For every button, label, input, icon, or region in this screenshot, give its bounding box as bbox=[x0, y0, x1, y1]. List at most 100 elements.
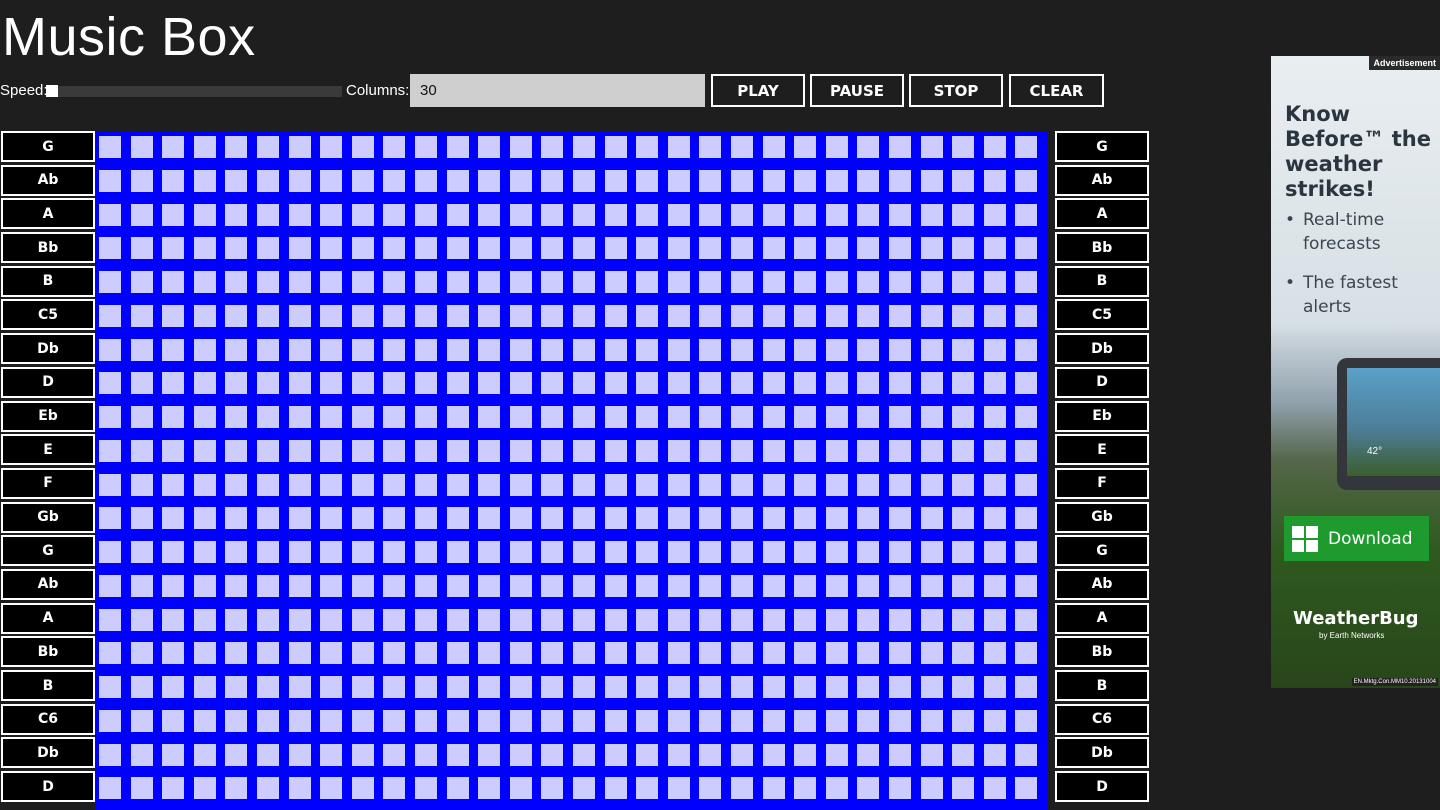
grid-cell[interactable] bbox=[509, 203, 532, 226]
grid-cell[interactable] bbox=[193, 304, 216, 327]
grid-cell[interactable] bbox=[825, 406, 848, 428]
grid-cell[interactable] bbox=[99, 743, 121, 766]
grid-cell[interactable] bbox=[573, 507, 595, 530]
grid-cell[interactable] bbox=[446, 473, 469, 496]
grid-cell[interactable] bbox=[446, 642, 469, 665]
grid-cell[interactable] bbox=[162, 406, 185, 428]
grid-cell[interactable] bbox=[762, 271, 785, 293]
grid-cell[interactable] bbox=[920, 574, 943, 597]
grid-cell[interactable] bbox=[794, 271, 817, 293]
grid-cell[interactable] bbox=[225, 507, 248, 530]
grid-cell[interactable] bbox=[225, 541, 248, 563]
grid-cell[interactable] bbox=[383, 203, 406, 226]
grid-cell[interactable] bbox=[257, 372, 279, 395]
grid-cell[interactable] bbox=[825, 709, 848, 732]
grid-cell[interactable] bbox=[1015, 439, 1038, 462]
grid-cell[interactable] bbox=[415, 406, 437, 428]
grid-cell[interactable] bbox=[889, 642, 911, 665]
stop-button[interactable]: STOP bbox=[909, 74, 1003, 107]
grid-cell[interactable] bbox=[731, 237, 753, 260]
grid-cell[interactable] bbox=[446, 338, 469, 361]
grid-cell[interactable] bbox=[193, 203, 216, 226]
grid-cell[interactable] bbox=[573, 203, 595, 226]
grid-cell[interactable] bbox=[478, 777, 501, 800]
grid-cell[interactable] bbox=[762, 136, 785, 158]
grid-cell[interactable] bbox=[478, 406, 501, 428]
grid-cell[interactable] bbox=[762, 203, 785, 226]
grid-cell[interactable] bbox=[509, 372, 532, 395]
grid-cell[interactable] bbox=[889, 338, 911, 361]
grid-cell[interactable] bbox=[857, 406, 880, 428]
grid-cell[interactable] bbox=[478, 203, 501, 226]
grid-cell[interactable] bbox=[762, 338, 785, 361]
grid-cell[interactable] bbox=[99, 304, 121, 327]
grid-cell[interactable] bbox=[636, 743, 659, 766]
grid-cell[interactable] bbox=[636, 642, 659, 665]
grid-cell[interactable] bbox=[225, 169, 248, 192]
grid-cell[interactable] bbox=[162, 642, 185, 665]
grid-cell[interactable] bbox=[509, 642, 532, 665]
grid-cell[interactable] bbox=[1015, 608, 1038, 631]
grid-cell[interactable] bbox=[415, 237, 437, 260]
grid-cell[interactable] bbox=[415, 574, 437, 597]
grid-cell[interactable] bbox=[130, 338, 153, 361]
grid-cell[interactable] bbox=[983, 574, 1006, 597]
grid-cell[interactable] bbox=[636, 777, 659, 800]
grid-cell[interactable] bbox=[794, 676, 817, 698]
grid-cell[interactable] bbox=[509, 136, 532, 158]
grid-cell[interactable] bbox=[699, 676, 722, 698]
grid-cell[interactable] bbox=[130, 136, 153, 158]
grid-cell[interactable] bbox=[699, 608, 722, 631]
grid-cell[interactable] bbox=[257, 406, 279, 428]
grid-cell[interactable] bbox=[762, 372, 785, 395]
grid-cell[interactable] bbox=[257, 203, 279, 226]
grid-cell[interactable] bbox=[889, 237, 911, 260]
grid-cell[interactable] bbox=[857, 541, 880, 563]
grid-cell[interactable] bbox=[699, 473, 722, 496]
grid-cell[interactable] bbox=[857, 203, 880, 226]
grid-cell[interactable] bbox=[889, 304, 911, 327]
grid-cell[interactable] bbox=[794, 473, 817, 496]
grid-cell[interactable] bbox=[1015, 203, 1038, 226]
grid-cell[interactable] bbox=[541, 439, 564, 462]
grid-cell[interactable] bbox=[320, 372, 343, 395]
grid-cell[interactable] bbox=[731, 169, 753, 192]
grid-cell[interactable] bbox=[288, 709, 311, 732]
grid-cell[interactable] bbox=[446, 676, 469, 698]
grid-cell[interactable] bbox=[952, 642, 975, 665]
grid-cell[interactable] bbox=[889, 372, 911, 395]
grid-cell[interactable] bbox=[162, 372, 185, 395]
grid-cell[interactable] bbox=[889, 439, 911, 462]
grid-cell[interactable] bbox=[825, 136, 848, 158]
grid-cell[interactable] bbox=[952, 541, 975, 563]
grid-cell[interactable] bbox=[320, 136, 343, 158]
grid-cell[interactable] bbox=[541, 237, 564, 260]
grid-cell[interactable] bbox=[604, 203, 627, 226]
grid-cell[interactable] bbox=[889, 136, 911, 158]
grid-cell[interactable] bbox=[130, 439, 153, 462]
grid-cell[interactable] bbox=[288, 473, 311, 496]
grid-cell[interactable] bbox=[351, 338, 374, 361]
grid-cell[interactable] bbox=[604, 338, 627, 361]
grid-cell[interactable] bbox=[794, 439, 817, 462]
grid-cell[interactable] bbox=[320, 777, 343, 800]
grid-cell[interactable] bbox=[383, 169, 406, 192]
grid-cell[interactable] bbox=[731, 709, 753, 732]
grid-cell[interactable] bbox=[509, 406, 532, 428]
grid-cell[interactable] bbox=[351, 271, 374, 293]
grid-cell[interactable] bbox=[288, 237, 311, 260]
grid-cell[interactable] bbox=[636, 237, 659, 260]
grid-cell[interactable] bbox=[351, 372, 374, 395]
grid-cell[interactable] bbox=[952, 507, 975, 530]
grid-cell[interactable] bbox=[257, 271, 279, 293]
grid-cell[interactable] bbox=[193, 676, 216, 698]
grid-cell[interactable] bbox=[604, 136, 627, 158]
grid-cell[interactable] bbox=[193, 169, 216, 192]
grid-cell[interactable] bbox=[731, 642, 753, 665]
grid-cell[interactable] bbox=[509, 574, 532, 597]
grid-cell[interactable] bbox=[288, 439, 311, 462]
grid-cell[interactable] bbox=[415, 608, 437, 631]
grid-cell[interactable] bbox=[573, 237, 595, 260]
grid-cell[interactable] bbox=[857, 237, 880, 260]
grid-cell[interactable] bbox=[541, 136, 564, 158]
